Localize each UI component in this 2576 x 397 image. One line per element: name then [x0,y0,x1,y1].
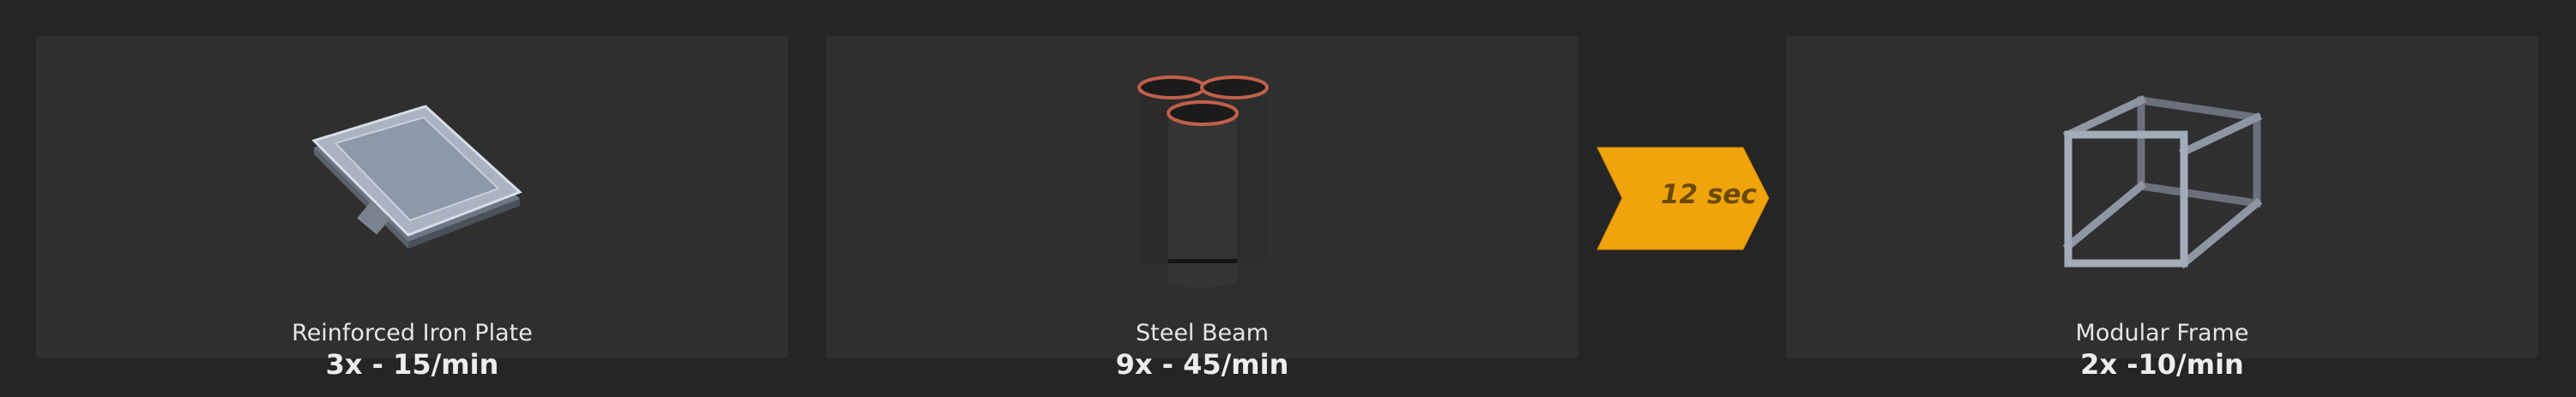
output-card-modular-frame: Modular Frame 2x -10/min [1786,36,2538,381]
item-rate: 2x -10/min [2080,348,2244,381]
modular-frame-icon [1786,70,2538,293]
item-name: Reinforced Iron Plate [292,320,533,346]
input-card-reinforced-iron-plate: Reinforced Iron Plate 3x - 15/min [36,36,788,381]
process-time-arrow: 12 sec [1596,147,1770,250]
steel-beam-icon [826,70,1578,293]
reinforced-iron-plate-icon [36,70,788,293]
item-name: Modular Frame [2075,320,2249,346]
process-time: 12 sec [1661,179,1757,210]
input-card-steel-beam: Steel Beam 9x - 45/min [826,36,1578,381]
item-name: Steel Beam [1135,320,1269,346]
item-rate: 9x - 45/min [1115,348,1289,381]
item-rate: 3x - 15/min [325,348,499,381]
